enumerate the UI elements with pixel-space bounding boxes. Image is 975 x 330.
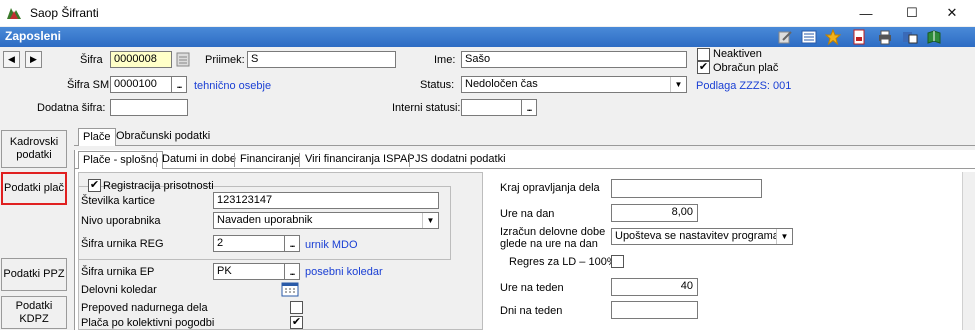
kraj-input[interactable] [611,179,762,198]
status-value: Nedoločen čas [465,78,538,90]
close-button[interactable]: ✕ [929,0,975,26]
priimek-label: Priimek: [205,54,245,66]
next-record-button[interactable]: ▶ [25,51,42,68]
sifra-sm-label: Šifra SM [67,79,110,91]
tab-obracunski-podatki[interactable]: Obračunski podatki [112,128,214,146]
tab-datumi-in-dobe[interactable]: Datumi in dobe [158,151,240,169]
podatki-kdpz-button[interactable]: Podatki KDPZ [1,296,67,329]
interni-statusi-input[interactable] [461,99,522,116]
tab-place-splosno[interactable]: Plače - splošno [78,151,164,169]
nivo-select[interactable]: Navaden uporabnik ▼ [213,212,439,229]
ime-label: Ime: [434,54,456,66]
urnik-reg-link[interactable]: urnik MDO [305,239,358,251]
prepoved-checkbox[interactable] [290,301,303,314]
izracun-label-line1: Izračun delovne dobe [500,226,606,238]
form-title: Zaposleni [5,29,62,43]
sifra-sm-lookup-button[interactable]: ... [171,76,187,93]
obracun-label: Obračun plač [713,62,779,74]
book-icon[interactable] [926,29,942,45]
title-bar [0,0,975,26]
priimek-input[interactable]: S [247,51,396,68]
interni-statusi-lookup-button[interactable]: ... [521,99,537,116]
tab-financiranje[interactable]: Financiranje [236,151,304,169]
sifra-input[interactable]: 0000008 [110,51,172,68]
calendar-icon[interactable] [281,281,299,297]
koledar-label: Delovni koledar [81,284,157,296]
dni-teden-label: Dni na teden [500,305,563,317]
kadrovski-podatki-button[interactable]: Kadrovski podatki [1,130,67,168]
sifra-sm-link[interactable]: tehnično osebje [194,80,271,92]
print-icon[interactable] [877,29,893,45]
previous-record-button[interactable]: ◀ [3,51,20,68]
urnik-reg-lookup-button[interactable]: ... [284,235,300,252]
sifra-sm-input[interactable]: 0000100 [110,76,172,93]
minimize-button[interactable]: — [843,0,889,26]
neaktiven-checkbox[interactable] [697,48,710,61]
regres-checkbox[interactable] [611,255,624,268]
status-label: Status: [420,79,455,91]
kraj-label: Kraj opravljanja dela [500,182,600,194]
urnik-reg-label: Šifra urnika REG [81,238,164,250]
tab-viri-financiranja[interactable]: Viri financiranja ISPAP [301,151,419,169]
urnik-reg-input[interactable]: 2 [213,235,285,252]
izracun-select[interactable]: Upošteva se nastavitev programa ▼ [611,228,793,245]
urnik-ep-lookup-button[interactable]: ... [284,263,300,280]
nivo-value: Navaden uporabnik [217,214,313,226]
chevron-down-icon: ▼ [776,229,792,244]
kolektivna-label: Plača po kolektivni pogodbi [81,317,215,329]
tab-js-dodatni-podatki[interactable]: JS dodatni podatki [411,151,510,169]
star-icon[interactable] [825,29,841,45]
regres-label: Regres za LD – 100% [509,256,617,268]
izracun-label-line2: glede na ure na dan [500,238,598,250]
nivo-label: Nivo uporabnika [81,215,161,227]
ure-dan-input[interactable]: 8,00 [611,204,698,222]
sifra-label: Šifra [80,54,103,66]
ure-teden-input[interactable]: 40 [611,278,698,296]
urnik-ep-link[interactable]: posebni koledar [305,266,383,278]
podatki-plac-button[interactable]: Podatki plač [1,172,67,205]
tab-separator [156,153,157,167]
kartica-input[interactable]: 123123147 [213,192,439,209]
status-select[interactable]: Nedoločen čas ▼ [461,76,687,93]
list-icon[interactable] [801,29,817,45]
chevron-down-icon: ▼ [670,77,686,92]
tab-separator [234,153,235,167]
ure-dan-label: Ure na dan [500,208,555,220]
dni-teden-input[interactable] [611,301,698,319]
chevron-down-icon: ▼ [422,213,438,228]
kartica-label: Številka kartice [81,195,155,207]
interni-statusi-label: Interni statusi: [392,102,461,114]
urnik-ep-input[interactable]: PK [213,263,285,280]
pdf-icon[interactable] [851,29,867,45]
ime-input[interactable]: Sašo [461,51,687,68]
izracun-value: Upošteva se nastavitev programa [615,230,779,242]
neaktiven-label: Neaktiven [713,48,762,60]
export-icon[interactable] [902,29,918,45]
dodatna-sifra-input[interactable] [110,99,188,116]
prepoved-label: Prepoved nadurnega dela [81,302,208,314]
edit-icon[interactable] [777,29,793,45]
kolektivna-checkbox[interactable]: ✔ [290,316,303,329]
obracun-checkbox[interactable]: ✔ [697,61,710,74]
urnik-ep-label: Šifra urnika EP [81,266,155,278]
window-title: Saop Šifranti [30,6,99,20]
dodatna-sifra-label: Dodatna šifra: [37,102,106,114]
podlaga-link[interactable]: Podlaga ZZZS: 001 [696,80,791,92]
registracija-checkbox[interactable]: ✔ [88,179,101,192]
podatki-ppz-button[interactable]: Podatki PPZ [1,258,67,291]
registracija-label: Registracija prisotnosti [103,180,214,192]
calculator-icon[interactable] [176,52,190,67]
tab-separator [409,153,410,167]
tab-place[interactable]: Plače [78,128,116,146]
tab-separator [299,153,300,167]
vertical-scrollbar[interactable] [962,172,975,330]
app-logo-icon [7,8,21,19]
ure-teden-label: Ure na teden [500,282,564,294]
